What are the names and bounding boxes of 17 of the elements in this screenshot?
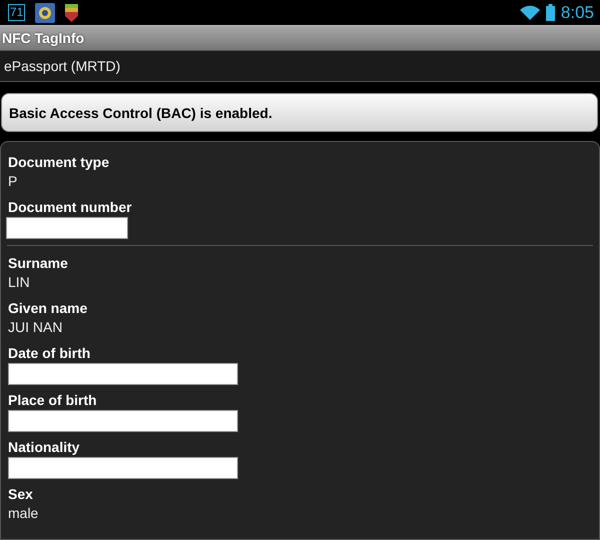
- header-title: ePassport (MRTD): [4, 58, 120, 74]
- field-label: Document number: [8, 198, 133, 216]
- field-label: Given name: [8, 299, 88, 317]
- field-label: Date of birth: [8, 344, 92, 362]
- field-label: Sex: [8, 485, 34, 503]
- notification-badge: 71: [8, 4, 26, 21]
- field-label: Document type: [8, 153, 110, 171]
- field-value: JUI NAN: [8, 318, 64, 337]
- clock: 8:05: [560, 2, 594, 22]
- field-label: Surname: [8, 254, 69, 272]
- message-text: Basic Access Control (BAC) is enabled.: [9, 104, 272, 120]
- field-value: LIN: [8, 273, 31, 292]
- field-label: Place of birth: [8, 391, 98, 409]
- field-label: Nationality: [8, 438, 81, 456]
- field-value: male: [8, 504, 40, 523]
- field-value: P: [8, 172, 18, 191]
- app-title: NFC TagInfo: [2, 30, 84, 46]
